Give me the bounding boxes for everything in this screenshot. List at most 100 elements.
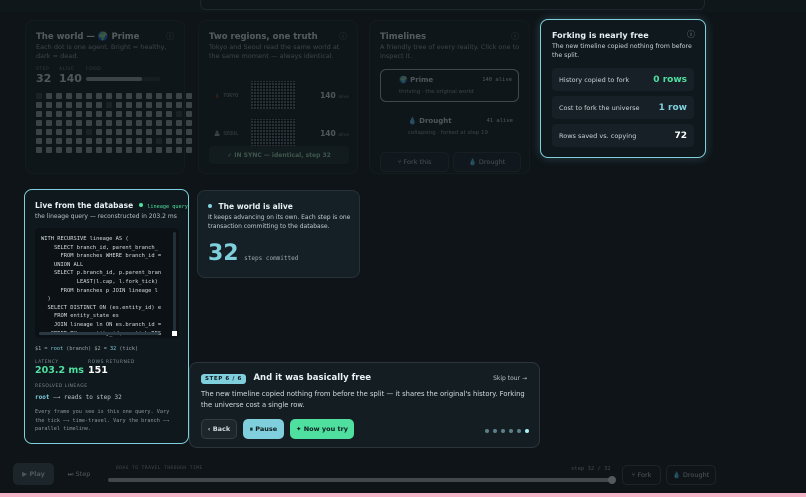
- agent-dot: [156, 129, 162, 135]
- agent-dot: [106, 93, 112, 99]
- agent-dot: [126, 102, 132, 108]
- regions-title: Two regions, one truth: [209, 32, 318, 42]
- timelines-card: Timelines ⓘ A friendly tree of every rea…: [369, 20, 530, 174]
- agent-dot: [186, 129, 192, 135]
- agent-dot: [136, 93, 142, 99]
- code-scrollbar-v[interactable]: [173, 232, 176, 332]
- agent-dot: [186, 111, 192, 117]
- sql-code-block[interactable]: WITH RECURSIVE lineage AS ( SELECT branc…: [35, 228, 179, 338]
- info-icon: ⓘ: [339, 32, 347, 41]
- agent-dot: [146, 102, 152, 108]
- agent-dot: [56, 147, 62, 153]
- agent-dot: [176, 120, 182, 126]
- world-title: The world — 🌍 Prime: [36, 32, 140, 42]
- agent-dot: [66, 138, 72, 144]
- play-button[interactable]: ▶ Play: [13, 463, 54, 485]
- agent-dot: [126, 129, 132, 135]
- info-icon: ⓘ: [511, 32, 519, 41]
- agent-dot: [106, 147, 112, 153]
- agent-dot: [66, 102, 72, 108]
- agent-dot: [176, 102, 182, 108]
- agent-dot: [96, 129, 102, 135]
- agent-dot: [126, 93, 132, 99]
- agent-dot: [76, 102, 82, 108]
- agent-dot: [186, 147, 192, 153]
- tour-progress-dots: [485, 429, 529, 433]
- timelines-desc: A friendly tree of every reality. Click …: [380, 43, 520, 60]
- tour-dot: [517, 429, 521, 433]
- agent-dot: [186, 138, 192, 144]
- agent-dot: [146, 147, 152, 153]
- agent-dot: [176, 93, 182, 99]
- agent-dot: [106, 102, 112, 108]
- agent-dot: [166, 138, 172, 144]
- code-scrollbar-h[interactable]: [39, 332, 159, 335]
- agent-dot: [156, 102, 162, 108]
- world-card: The world — 🌍 Prime ⓘ Each dot is one ag…: [25, 20, 192, 174]
- agent-dot: [156, 93, 162, 99]
- agent-dot: [66, 93, 72, 99]
- agent-dot: [116, 138, 122, 144]
- stat-food: FOOD: [86, 67, 160, 81]
- live-db-header: Live from the database lineage query: [35, 201, 188, 210]
- regions-card: Two regions, one truth ⓘ Tokyo and Seoul…: [198, 20, 358, 174]
- top-bar: [0, 0, 806, 12]
- agent-dot: [96, 93, 102, 99]
- agent-dot: [76, 120, 82, 126]
- agent-dot: [46, 111, 52, 117]
- drought-button[interactable]: 💧 Drought: [453, 152, 521, 172]
- step-readout: step 32 / 32: [571, 466, 611, 472]
- pause-button[interactable]: ⏸ Pause: [243, 419, 284, 439]
- agent-dot: [116, 129, 122, 135]
- agent-dot: [46, 102, 52, 108]
- agent-dot: [86, 120, 92, 126]
- step-button[interactable]: ⏭ Step: [60, 463, 98, 485]
- agent-dot: [96, 111, 102, 117]
- info-icon: ⓘ: [166, 32, 174, 41]
- timeline-drought[interactable]: 💧 Drought 41 alive collapsing · forked a…: [380, 111, 519, 144]
- latency-stat: LATENCY 203.2 ms: [35, 360, 84, 376]
- agent-dot: [46, 120, 52, 126]
- agent-dot: [116, 93, 122, 99]
- sync-badge: ✓ IN SYNC — identical, step 32: [209, 146, 349, 164]
- tour-dot: [493, 429, 497, 433]
- timeline-prime[interactable]: 🌍 Prime 140 alive thriving · the origina…: [380, 69, 519, 102]
- drought-bottom-button[interactable]: 💧 Drought: [666, 465, 716, 485]
- agent-dot: [76, 147, 82, 153]
- agent-dot: [176, 111, 182, 117]
- agent-dot: [76, 129, 82, 135]
- alive-desc: It keeps advancing on its own. Each step…: [208, 214, 351, 230]
- tour-dot: [509, 429, 513, 433]
- fork-bottom-button[interactable]: ⑂ Fork: [622, 465, 661, 485]
- world-desc: Each dot is one agent. Bright = healthy,…: [36, 43, 167, 60]
- skip-tour-link[interactable]: Skip tour →: [493, 375, 527, 382]
- agent-dot: [46, 138, 52, 144]
- fork-this-button[interactable]: ⑂ Fork this: [380, 152, 449, 172]
- steps-committed: 32 steps committed: [208, 241, 299, 266]
- back-button[interactable]: ‹ Back: [201, 419, 237, 439]
- agent-dot: [136, 120, 142, 126]
- agent-dot: [46, 129, 52, 135]
- step-pill: STEP 6 / 6: [201, 374, 246, 384]
- agent-dot: [56, 120, 62, 126]
- history-copied-row: History copied to fork 0 rows: [552, 68, 694, 91]
- now-you-try-button[interactable]: ✦ Now you try: [290, 419, 354, 439]
- agent-dot: [66, 147, 72, 153]
- agent-dot: [56, 129, 62, 135]
- agent-dot: [76, 138, 82, 144]
- agent-dot: [56, 138, 62, 144]
- agent-dot: [56, 102, 62, 108]
- agent-dot: [86, 147, 92, 153]
- bottom-controls: ▶ Play ⏭ Step DRAG TO TRAVEL THROUGH TIM…: [0, 458, 806, 497]
- agent-dot: [186, 120, 192, 126]
- info-icon: ⓘ: [687, 30, 695, 39]
- time-slider[interactable]: [108, 476, 616, 484]
- time-slider-handle[interactable]: [608, 476, 616, 484]
- agent-dot: [106, 138, 112, 144]
- forking-desc: The new timeline copied nothing from bef…: [552, 43, 692, 59]
- agent-dot: [176, 138, 182, 144]
- agent-dot: [86, 102, 92, 108]
- alive-header: The world is alive: [208, 202, 293, 211]
- agent-dot: [166, 93, 172, 99]
- agent-dot: [86, 93, 92, 99]
